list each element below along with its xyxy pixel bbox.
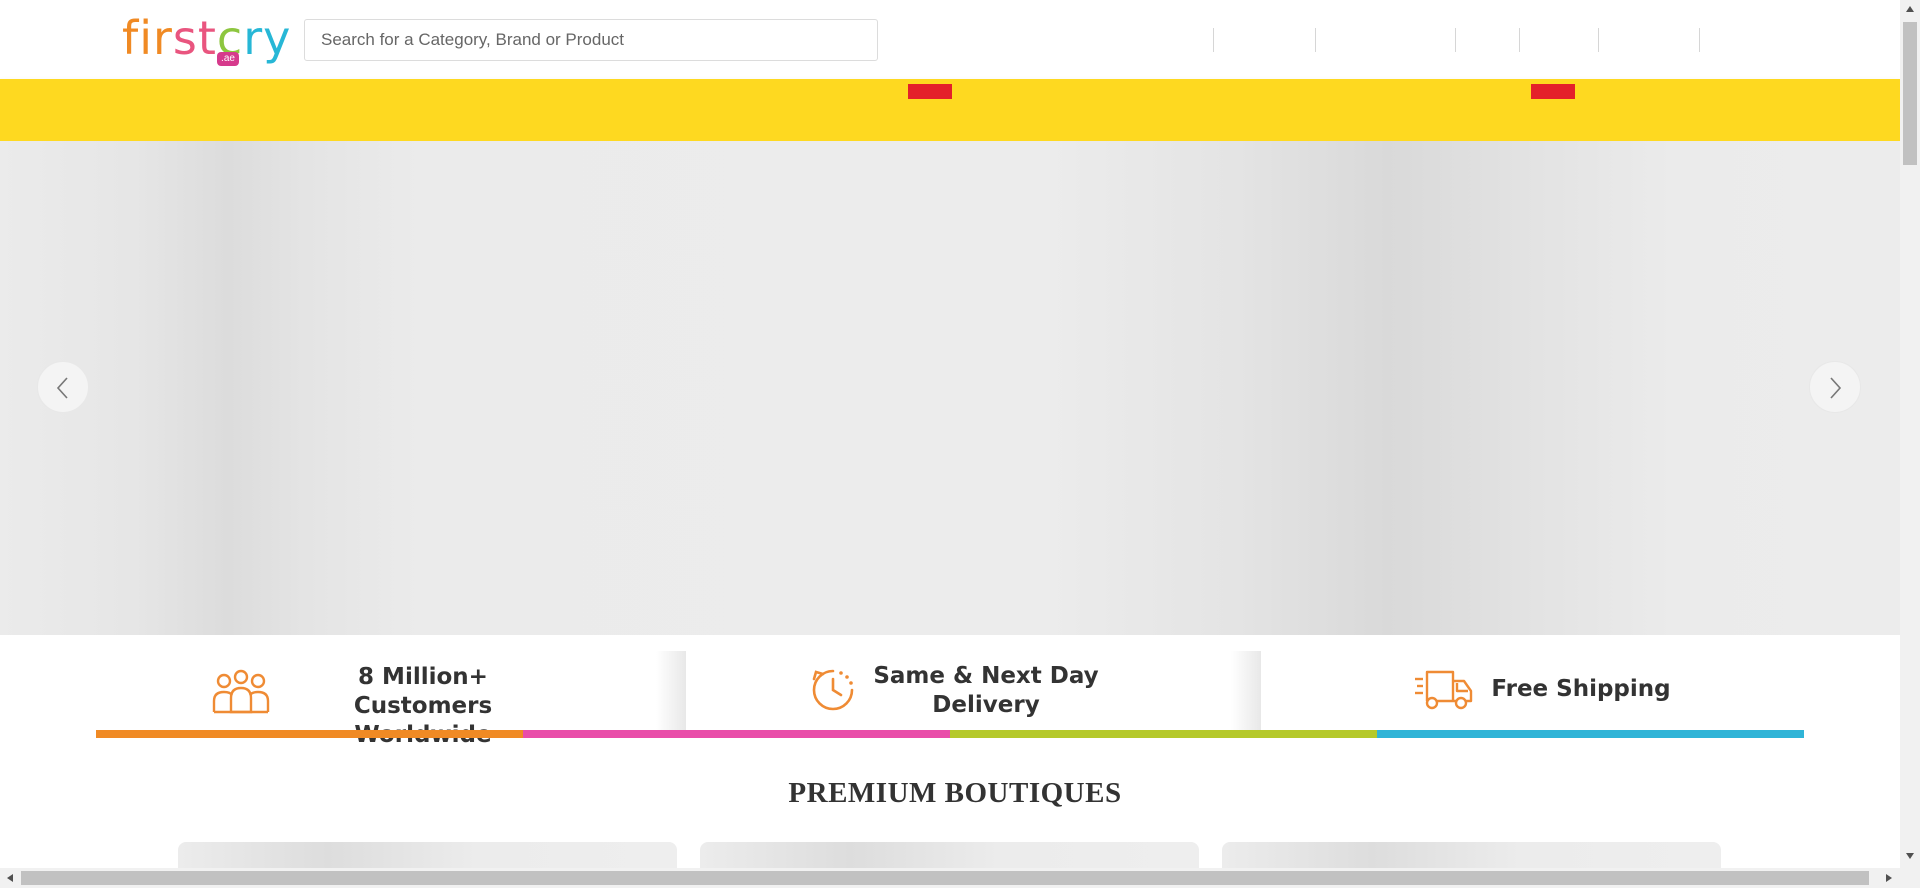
firstcry-logo[interactable]: firstcry .ae xyxy=(122,14,290,70)
scroll-down-arrow-icon[interactable] xyxy=(1905,852,1915,860)
site-header: firstcry .ae xyxy=(0,0,1900,79)
header-divider xyxy=(1315,28,1316,52)
stripe-pink xyxy=(523,730,950,738)
new-badge xyxy=(1531,84,1575,99)
feature-line: Same & Next Day xyxy=(873,663,1099,689)
vertical-scrollbar-thumb[interactable] xyxy=(1903,22,1917,165)
search-input[interactable] xyxy=(304,19,878,61)
clock-icon xyxy=(812,669,854,711)
stripe-orange xyxy=(96,730,523,738)
page: { "header": { "logo_text": "firstcry", "… xyxy=(0,0,1920,888)
premium-boutiques-title: PREMIUM BOUTIQUES xyxy=(788,777,1122,809)
usp-features-strip: 8 Million+ Customers Worldwide Same & Ne… xyxy=(96,651,1804,748)
header-divider xyxy=(1519,28,1520,52)
category-nav-bar xyxy=(0,79,1900,141)
stripe-green xyxy=(950,730,1377,738)
feature-divider-shade xyxy=(656,651,686,730)
carousel-next-button[interactable] xyxy=(1809,361,1861,413)
header-divider xyxy=(1598,28,1599,52)
scroll-right-arrow-icon[interactable] xyxy=(1885,873,1893,883)
feature-divider-shade xyxy=(1231,651,1261,730)
logo-tld: .ae xyxy=(217,52,239,66)
scroll-up-arrow-icon[interactable] xyxy=(1905,5,1915,13)
header-divider xyxy=(1699,28,1700,52)
chevron-left-icon xyxy=(56,377,68,399)
carousel-prev-button[interactable] xyxy=(37,361,89,413)
horizontal-scrollbar-thumb[interactable] xyxy=(21,871,1869,885)
header-divider xyxy=(1213,28,1214,52)
customers-icon xyxy=(212,669,270,714)
chevron-right-icon xyxy=(1830,377,1842,399)
feature-line: Delivery xyxy=(932,692,1040,718)
hero-banner-carousel[interactable] xyxy=(0,141,1900,635)
feature-line: Free Shipping xyxy=(1491,676,1671,702)
new-badge xyxy=(908,84,952,99)
truck-icon xyxy=(1415,670,1473,710)
stripe-blue xyxy=(1377,730,1804,738)
header-divider xyxy=(1455,28,1456,52)
feature-text: Free Shipping xyxy=(1486,675,1676,704)
scroll-left-arrow-icon[interactable] xyxy=(6,873,14,883)
feature-text: Same & Next Day Delivery xyxy=(866,662,1106,720)
feature-line: 8 Million+ Customers xyxy=(353,664,493,719)
